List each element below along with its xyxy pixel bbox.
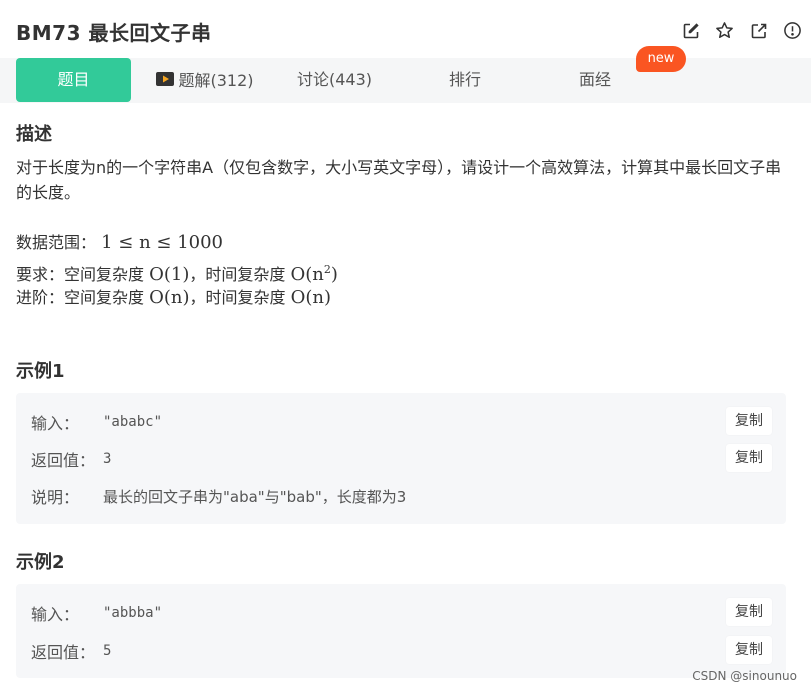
example1-box: 输入： "ababc" 复制 返回值： 3 复制 说明： 最长的回文子串为"ab… [16, 393, 786, 524]
example1-output-value: 3 [103, 451, 112, 467]
description-text: 对于长度为n的一个字符串A（仅包含数字，大小写英文字母），请设计一个高效算法，计… [16, 158, 782, 202]
tab-solution[interactable]: 题解(312) [150, 58, 260, 103]
tab-bar: 题目 题解(312) 讨论(443) 排行 面经 [0, 58, 811, 103]
info-icon[interactable] [782, 20, 803, 41]
tab-discuss[interactable]: 讨论(443) [282, 58, 387, 103]
example1-input-row: 输入： "ababc" [31, 410, 162, 434]
example2-heading: 示例2 [16, 552, 65, 573]
tab-solution-label: 题解(312) [178, 70, 254, 90]
requirement-time-exponent: 2 [323, 263, 331, 276]
example1-heading: 示例1 [16, 361, 65, 382]
requirement-space: O(1) [149, 264, 190, 285]
advanced-space: O(n) [149, 287, 190, 308]
requirement-time: O(n2) [290, 263, 338, 285]
example1-explain-label: 说明： [31, 488, 80, 507]
requirement-time-base: O(n [290, 264, 324, 285]
advanced-label: 进阶：空间复杂度 [16, 288, 145, 307]
data-range-math: 1 ≤ n ≤ 1000 [101, 232, 224, 253]
example1-explain-value: 最长的回文子串为"aba"与"bab"，长度都为3 [103, 487, 407, 506]
example1-input-copy-button[interactable]: 复制 [726, 407, 772, 435]
example2-input-copy-button[interactable]: 复制 [726, 598, 772, 626]
video-icon [156, 59, 175, 103]
example1-explain-row: 说明： 最长的回文子串为"aba"与"bab"，长度都为3 [31, 484, 406, 508]
example2-input-row: 输入： "abbba" [31, 601, 162, 625]
new-badge: new [636, 46, 686, 72]
example2-box: 输入： "abbba" 复制 返回值： 5 复制 [16, 584, 786, 678]
tab-rank[interactable]: 排行 [420, 58, 510, 103]
advanced-mid: ，时间复杂度 [189, 288, 286, 307]
example1-output-row: 返回值： 3 [31, 447, 111, 471]
advanced: 进阶：空间复杂度 O(n)，时间复杂度 O(n) [16, 285, 796, 310]
example1-output-label: 返回值： [31, 451, 96, 470]
watermark: CSDN @sinounuo [692, 669, 797, 683]
example2-output-label: 返回值： [31, 643, 96, 662]
requirement-time-end: ) [330, 264, 338, 285]
star-icon[interactable] [714, 20, 735, 41]
page-title: BM73 最长回文子串 [16, 21, 212, 45]
requirement-mid: ，时间复杂度 [189, 265, 286, 284]
advanced-time: O(n) [290, 287, 332, 308]
example1-input-label: 输入： [31, 414, 80, 433]
example1-output-copy-button[interactable]: 复制 [726, 444, 772, 472]
example1-input-value: "ababc" [103, 414, 163, 430]
requirement: 要求：空间复杂度 O(1)，时间复杂度 O(n2) [16, 257, 796, 287]
example2-output-row: 返回值： 5 [31, 639, 111, 663]
example2-input-value: "abbba" [103, 605, 163, 621]
tab-problem[interactable]: 题目 [16, 58, 131, 102]
edit-icon[interactable] [680, 20, 701, 41]
tab-interview[interactable]: 面经 [550, 58, 640, 103]
requirement-label: 要求：空间复杂度 [16, 265, 145, 284]
data-range-label: 数据范围： [16, 233, 97, 252]
example2-output-value: 5 [103, 643, 112, 659]
example2-input-label: 输入： [31, 605, 80, 624]
header: BM73 最长回文子串 [0, 0, 811, 58]
description-heading: 描述 [16, 124, 52, 145]
data-range: 数据范围： 1 ≤ n ≤ 1000 [16, 230, 796, 255]
example2-output-copy-button[interactable]: 复制 [726, 636, 772, 664]
header-actions [680, 20, 803, 41]
share-icon[interactable] [748, 20, 769, 41]
